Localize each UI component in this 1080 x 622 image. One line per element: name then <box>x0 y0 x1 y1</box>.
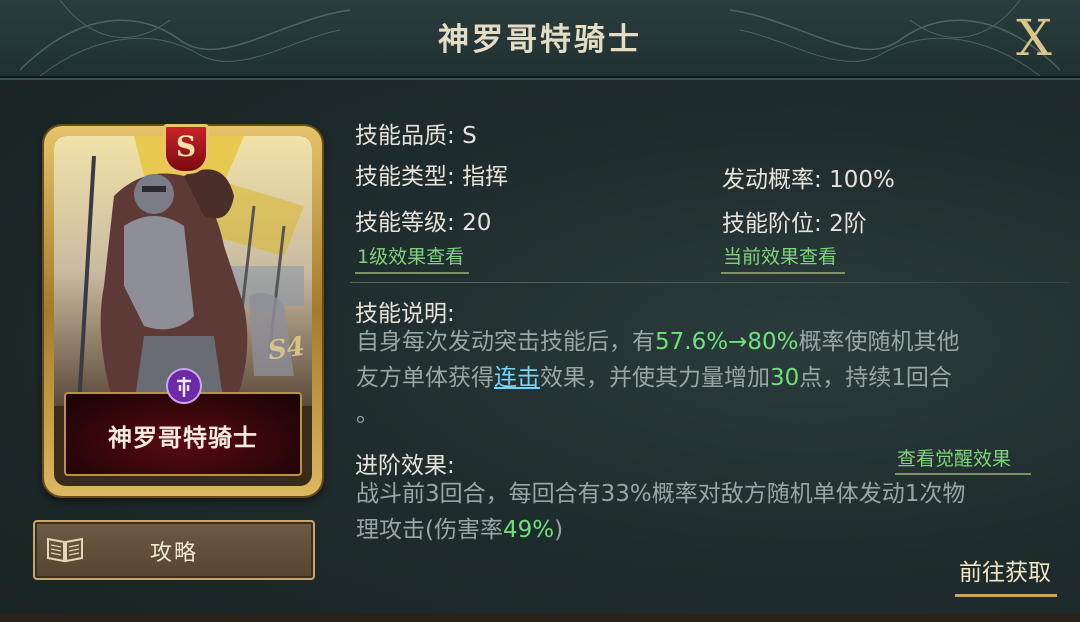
level-label: 技能等级: <box>355 210 455 236</box>
level-value: 20 <box>462 210 492 236</box>
awaken-effect-link[interactable]: 查看觉醒效果 <box>897 444 1011 471</box>
guide-button-label: 攻略 <box>149 541 198 566</box>
tier-label: 技能阶位: <box>722 211 822 237</box>
advance-heading: 进阶效果: <box>355 453 455 479</box>
advance-line-2: 理攻击(伤害率49%) <box>356 512 563 548</box>
description-line-1: 自身每次发动突击技能后，有57.6%→80%概率使随机其他 <box>356 324 959 360</box>
section-divider <box>350 282 1070 283</box>
bottom-strip <box>0 614 1080 622</box>
description-line-2: 友方单体获得连击效果，并使其力量增加30点，持续1回合 <box>356 360 952 396</box>
description-text: 效果，并使其力量增加 <box>540 365 770 391</box>
trigger-chance-value: 57.6%→80% <box>655 329 799 355</box>
strength-bonus-value: 30 <box>770 365 800 391</box>
page-title: 神罗哥特骑士 <box>438 22 642 58</box>
skill-card-inner: 神罗哥特骑士 <box>54 136 312 486</box>
current-effect-underline <box>721 272 845 274</box>
level1-effect-underline <box>355 272 469 274</box>
card-name: 神罗哥特骑士 <box>108 424 258 452</box>
type-value: 指挥 <box>462 164 509 190</box>
season-mark: S4 <box>266 331 307 367</box>
description-heading: 技能说明: <box>355 301 455 327</box>
quality-value: S <box>462 123 477 149</box>
advance-text: ) <box>554 517 564 543</box>
quality-row: 技能品质: S <box>355 116 477 150</box>
sword-class-icon <box>166 368 202 404</box>
trigger-row: 发动概率: 100% <box>722 160 895 194</box>
guide-button[interactable]: 攻略 <box>33 520 315 580</box>
goto-obtain-underline <box>955 594 1057 597</box>
awaken-effect-underline <box>895 473 1031 475</box>
type-row: 技能类型: 指挥 <box>355 157 508 191</box>
close-button[interactable]: X <box>1008 12 1060 64</box>
description-text: 点，持续1回合 <box>799 365 952 391</box>
goto-obtain-button[interactable]: 前往获取 <box>950 556 1060 596</box>
advance-text: 理攻击(伤害率 <box>356 517 503 543</box>
header-bar: 神罗哥特骑士 X <box>0 0 1080 78</box>
type-label: 技能类型: <box>355 164 455 190</box>
damage-rate-value: 49% <box>502 517 555 543</box>
description-text: 概率使随机其他 <box>798 329 960 355</box>
quality-label: 技能品质: <box>355 123 455 149</box>
tier-row: 技能阶位: 2阶 <box>722 204 867 238</box>
description-text: 自身每次发动突击技能后，有 <box>356 329 655 355</box>
tier-value: 2阶 <box>829 211 867 237</box>
description-line-3: 。 <box>356 401 379 427</box>
skill-detail-panel: 神罗哥特骑士 X 神罗哥特骑士 S S4 攻略 技能品质: S 技能类型: 指挥… <box>0 0 1080 622</box>
trigger-label: 发动概率: <box>722 167 822 193</box>
trigger-value: 100% <box>829 167 895 193</box>
current-effect-link[interactable]: 当前效果查看 <box>723 242 837 269</box>
level-row: 技能等级: 20 <box>355 203 491 237</box>
skill-card: 神罗哥特骑士 <box>44 126 322 496</box>
advance-line-1: 战斗前3回合，每回合有33%概率对敌方随机单体发动1次物 <box>356 481 966 507</box>
description-text: 友方单体获得 <box>356 365 494 391</box>
grade-badge: S <box>163 124 209 174</box>
level1-effect-link[interactable]: 1级效果查看 <box>357 242 464 269</box>
combo-keyword-link[interactable]: 连击 <box>494 365 540 391</box>
